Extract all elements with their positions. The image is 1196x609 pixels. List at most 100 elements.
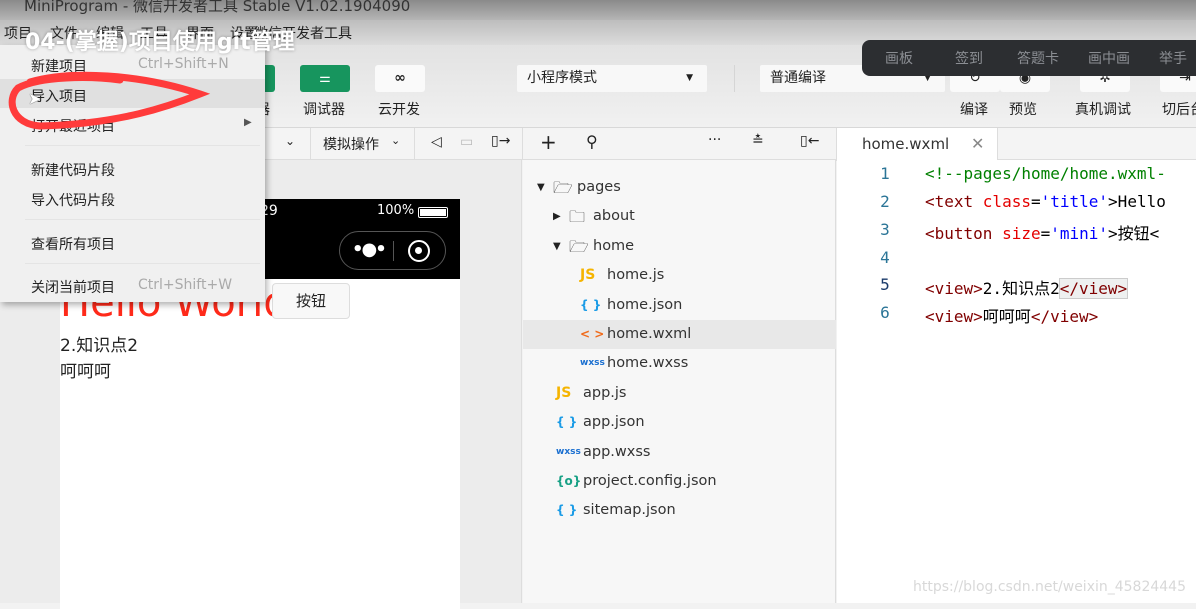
caret-down-icon[interactable]: ▼	[553, 232, 561, 261]
tree-item[interactable]: { } app.json	[523, 408, 836, 437]
tree-item[interactable]: < > home.wxml	[523, 320, 836, 349]
cloud-link-icon: ∞	[394, 70, 406, 86]
video-title-overlay: 04-(掌握)项目使用git管理	[25, 30, 295, 55]
code-editor[interactable]: 1 2 3 4 5 6 <!--pages/home/home.wxml- <t…	[837, 160, 1196, 603]
signin-button[interactable]: 签到	[955, 48, 983, 68]
caret-down-icon: ▼	[686, 73, 693, 83]
hehe-text: 呵呵呵	[60, 362, 111, 382]
tree-item-label: about	[593, 208, 635, 225]
compile-label: 编译	[960, 102, 988, 118]
chevron-down-icon[interactable]: ⌄	[285, 134, 295, 148]
tree-item[interactable]: ▼ 🗁 pages	[523, 173, 836, 202]
battery-percent: 100%	[377, 203, 415, 218]
window-title: MiniProgram - 微信开发者工具 Stable V1.02.19040…	[24, 0, 411, 15]
tree-item-label: home.js	[607, 267, 665, 284]
tree-item[interactable]: { } home.json	[523, 291, 836, 320]
line-number: 4	[880, 248, 890, 267]
tree-item[interactable]: { } sitemap.json	[523, 496, 836, 525]
menu-item-new-snippet[interactable]: 新建代码片段	[31, 160, 115, 180]
simulate-dropdown[interactable]: 模拟操作	[323, 134, 379, 154]
tree-item-label: home	[593, 237, 635, 254]
mode-value: 小程序模式	[527, 70, 597, 86]
more-dots-icon[interactable]: •●•	[352, 239, 387, 260]
add-icon[interactable]: +	[540, 130, 557, 154]
tree-item[interactable]: wxss home.wxss	[523, 349, 836, 378]
collapse-all-icon[interactable]: ≛	[752, 133, 764, 149]
background-label: 切后台	[1162, 102, 1196, 118]
debugger-button[interactable]: ⚌	[300, 65, 350, 92]
raise-hand-button[interactable]: 举手	[1159, 48, 1187, 68]
menu-item-import-snippet[interactable]: 导入代码片段	[31, 190, 115, 210]
tree-item-label: home.json	[607, 296, 683, 313]
code-line-6: <view>呵呵呵</view>	[925, 307, 1099, 326]
code-line-5: <view>2.知识点2</view>	[925, 278, 1129, 299]
close-icon[interactable]: ✕	[971, 134, 984, 153]
tree-item-label: app.wxss	[583, 443, 651, 460]
remote-debug-label: 真机调试	[1075, 102, 1131, 118]
divider	[734, 65, 735, 92]
menu-item-close-project[interactable]: 关闭当前项目	[31, 277, 115, 297]
tree-item-label: app.json	[583, 414, 645, 431]
code-line-1: <!--pages/home/home.wxml-	[925, 164, 1166, 183]
hide-panel-icon[interactable]: ▯←	[800, 133, 819, 149]
preview-label: 预览	[1009, 102, 1037, 118]
js-file-icon: JS	[580, 267, 596, 284]
battery-icon	[418, 207, 448, 218]
more-icon[interactable]: ···	[708, 132, 721, 148]
search-icon[interactable]: ⚲	[586, 132, 598, 151]
config-file-icon: {o}	[556, 474, 582, 488]
json-file-icon: { }	[556, 415, 578, 430]
tree-item[interactable]: ▼ 🗁 home	[523, 232, 836, 261]
wxml-file-icon: < >	[580, 327, 605, 341]
cloud-button[interactable]: ∞	[375, 65, 425, 92]
cloud-label: 云开发	[378, 102, 420, 118]
code-line-3: <button size='mini'>按钮<	[925, 224, 1160, 243]
menu-item-all-projects[interactable]: 查看所有项目	[31, 234, 115, 254]
tree-item-label: pages	[577, 179, 621, 195]
tab-label: home.wxml	[862, 135, 950, 153]
tree-item[interactable]: ▶ 🗀 about	[523, 202, 836, 231]
js-file-icon: JS	[556, 384, 572, 401]
json-file-icon: { }	[580, 297, 602, 312]
mode-dropdown[interactable]: 小程序模式 ▼	[517, 65, 707, 92]
tree-item-label: home.wxss	[607, 355, 689, 372]
submenu-arrow-icon: ▶	[244, 117, 252, 128]
volume-icon[interactable]: ◁	[431, 134, 442, 150]
title-bar: MiniProgram - 微信开发者工具 Stable V1.02.19040…	[0, 0, 1196, 20]
debugger-label: 调试器	[303, 102, 345, 118]
shortcut-label: Ctrl+Shift+W	[138, 277, 233, 293]
tree-item[interactable]: JS home.js	[523, 261, 836, 290]
line-number: 5	[880, 275, 890, 294]
pip-button[interactable]: 画中画	[1088, 48, 1130, 68]
tree-item[interactable]: JS app.js	[523, 379, 836, 408]
wxss-file-icon: wxss	[580, 358, 605, 369]
compile-mode-value: 普通编译	[770, 70, 826, 86]
knowledge-text: 2.知识点2	[60, 336, 139, 356]
tree-item-label: app.js	[583, 384, 627, 401]
caret-down-icon[interactable]: ▼	[537, 173, 545, 202]
caret-right-icon[interactable]: ▶	[553, 202, 561, 231]
capsule-menu[interactable]: •●•	[339, 231, 446, 270]
code-line-2: <text class='title'>Hello	[925, 192, 1166, 211]
mini-button[interactable]: 按钮	[272, 283, 350, 319]
sliders-icon: ⚌	[319, 71, 331, 86]
close-miniprogram-icon[interactable]	[408, 240, 430, 262]
folder-open-icon: 🗁	[569, 236, 589, 256]
json-file-icon: { }	[556, 503, 578, 518]
tree-item-label: home.wxml	[607, 326, 692, 342]
tree-item[interactable]: wxss app.wxss	[523, 438, 836, 467]
live-class-toolbar: 画板 签到 答题卡 画中画 举手	[862, 40, 1196, 76]
line-number: 1	[880, 164, 890, 183]
tree-item[interactable]: {o} project.config.json	[523, 467, 836, 496]
tree-item-label: project.config.json	[583, 473, 717, 489]
line-number: 3	[880, 220, 890, 239]
wxss-file-icon: wxss	[556, 446, 581, 457]
tab-home-wxml[interactable]: home.wxml ✕	[836, 128, 998, 161]
folder-icon: 🗀	[569, 207, 586, 227]
window-icon[interactable]: ▭	[460, 134, 473, 150]
answer-card-button[interactable]: 答题卡	[1017, 48, 1059, 68]
detach-icon[interactable]: ▯→	[491, 133, 510, 149]
board-button[interactable]: 画板	[885, 48, 913, 68]
watermark: https://blog.csdn.net/weixin_45824445	[912, 579, 1186, 595]
line-number: 6	[880, 303, 890, 322]
